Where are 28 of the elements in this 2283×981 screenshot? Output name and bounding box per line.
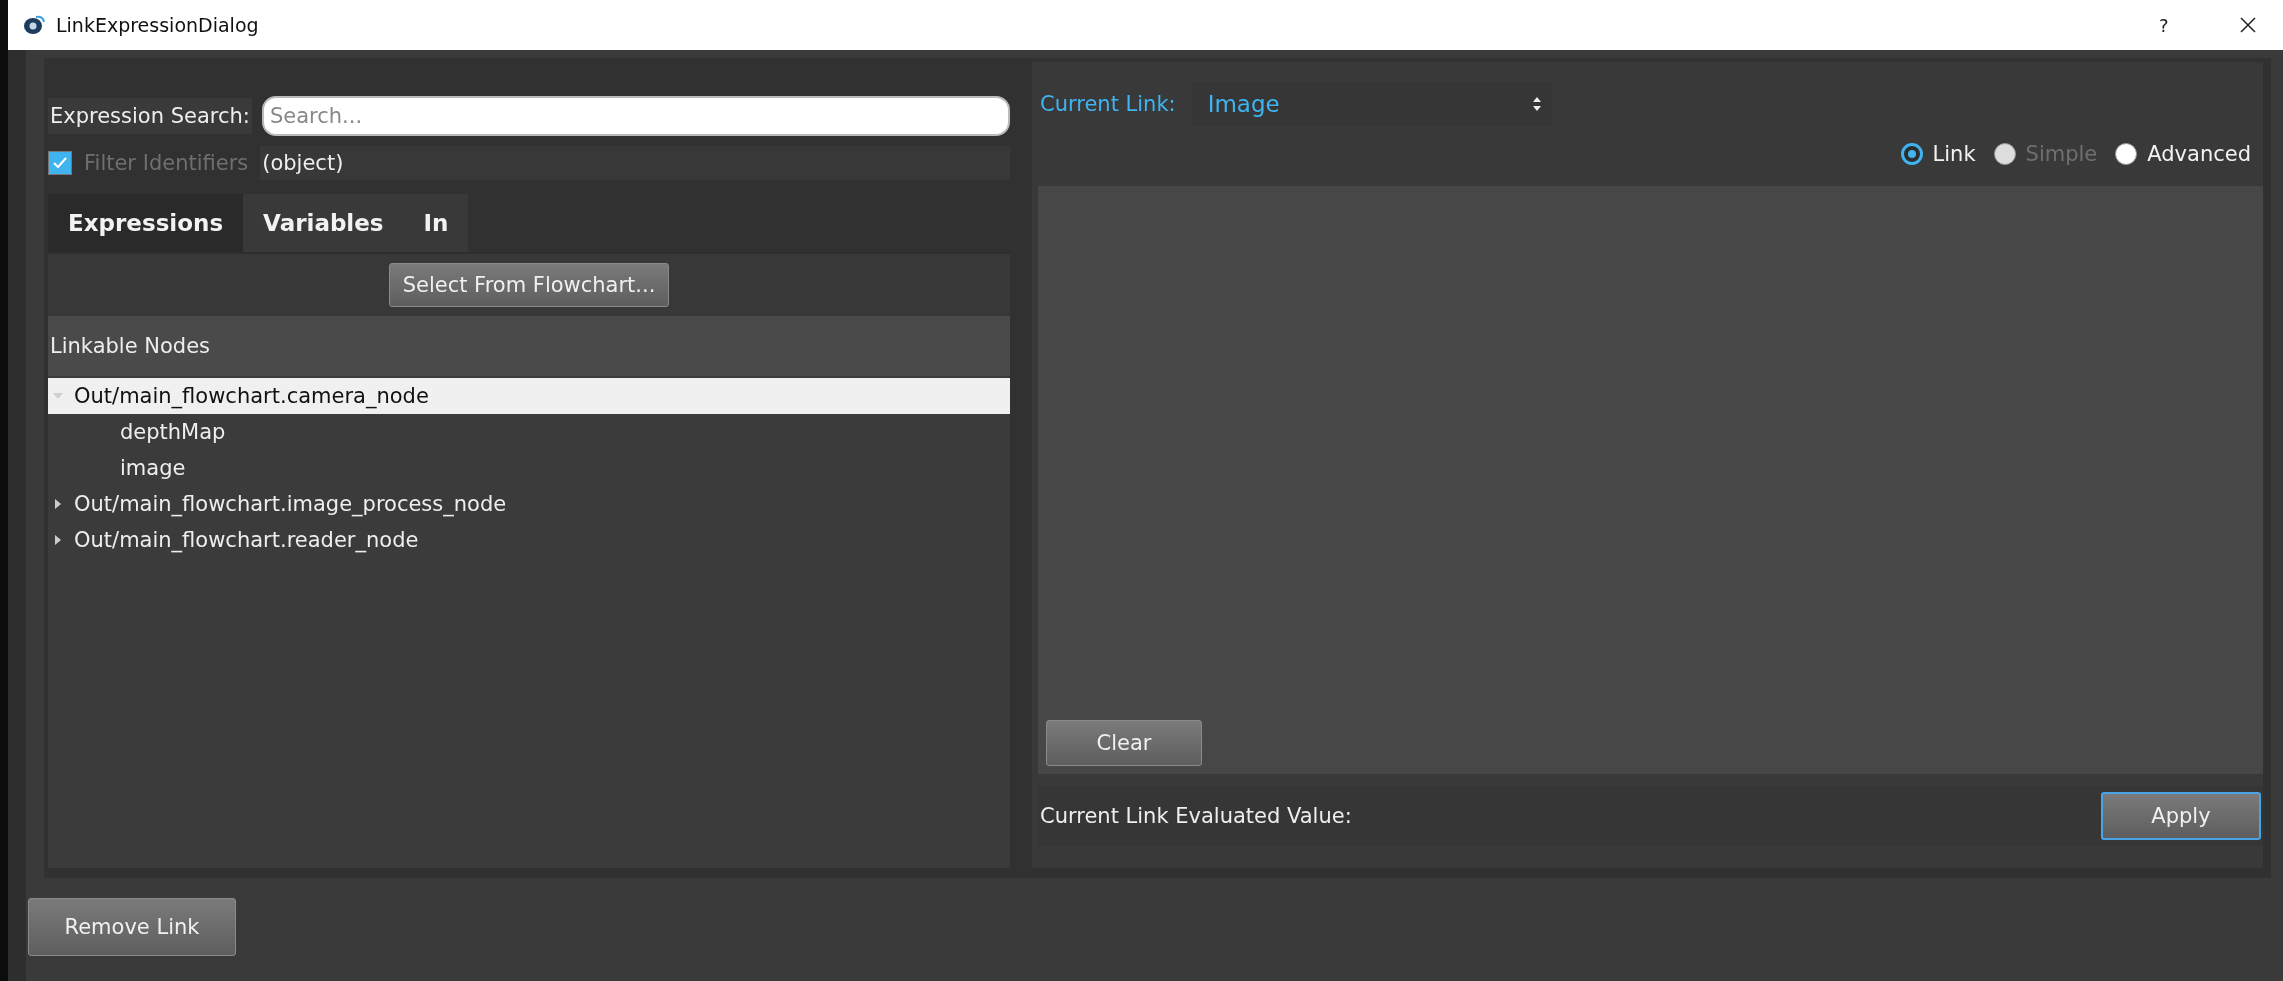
tree-item[interactable]: depthMap xyxy=(48,414,1010,450)
search-label: Expression Search: xyxy=(48,98,252,134)
search-field[interactable]: Search... xyxy=(261,96,1010,136)
remove-link-button[interactable]: Remove Link xyxy=(28,897,236,956)
tree-item[interactable]: Out/main_flowchart.camera_node xyxy=(48,378,1010,414)
close-icon[interactable] xyxy=(2239,16,2257,34)
help-button[interactable]: ? xyxy=(2159,14,2189,36)
filter-label: Filter Identifiers xyxy=(83,150,250,177)
tab[interactable]: Expressions xyxy=(48,194,244,252)
tab[interactable]: In xyxy=(403,194,469,252)
expression-editor[interactable]: Clear xyxy=(1038,186,2263,774)
apply-button[interactable]: Apply xyxy=(2101,792,2261,840)
tree-item[interactable]: Out/main_flowchart.image_process_node xyxy=(48,486,1010,522)
tree-header: Linkable Nodes xyxy=(48,316,1010,376)
checkmark-icon xyxy=(52,155,68,171)
evaluated-value-label: Current Link Evaluated Value: xyxy=(1039,803,1353,830)
current-link-label: Current Link: xyxy=(1039,91,1177,118)
select-from-flowchart-button[interactable]: Select From Flowchart... xyxy=(389,263,669,307)
tree-item[interactable]: image xyxy=(48,450,1010,486)
mode-radio[interactable]: Advanced xyxy=(2115,142,2251,166)
tab[interactable]: Variables xyxy=(243,194,404,252)
spinner-arrows-icon xyxy=(1531,96,1542,112)
clear-button[interactable]: Clear xyxy=(1046,720,1202,766)
mode-radio[interactable]: Link xyxy=(1900,142,1976,166)
tree-item[interactable]: Out/main_flowchart.reader_node xyxy=(48,522,1010,558)
window-title: LinkExpressionDialog xyxy=(56,14,260,36)
type-value: (object) xyxy=(260,146,1010,180)
eye-logo-icon xyxy=(22,13,46,37)
